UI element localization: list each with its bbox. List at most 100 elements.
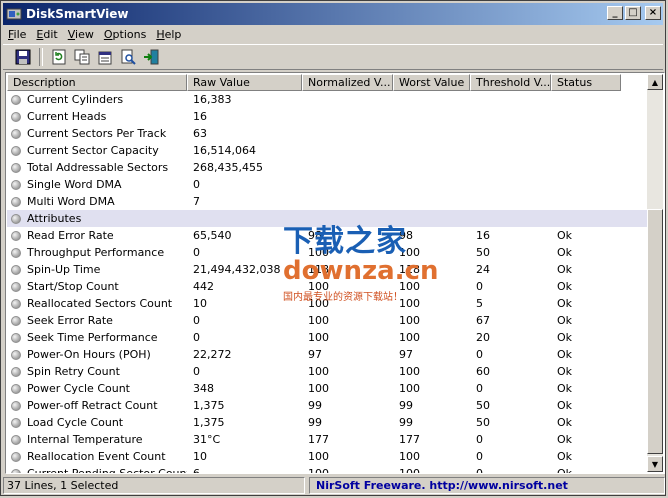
- table-row[interactable]: Seek Error Rate 0 100 100 67 Ok: [7, 312, 647, 329]
- row-worst-value: 99: [399, 399, 413, 412]
- properties-icon: [98, 51, 112, 65]
- table-row[interactable]: Current Sectors Per Track 63: [7, 125, 647, 142]
- save-button[interactable]: [13, 47, 33, 67]
- row-description-cell: Single Word DMA: [7, 178, 187, 191]
- table-row[interactable]: Multi Word DMA 7: [7, 193, 647, 210]
- row-status: Ok: [557, 314, 573, 327]
- row-worst-value: 100: [399, 365, 420, 378]
- table-row[interactable]: Throughput Performance 0 100 100 50 Ok: [7, 244, 647, 261]
- table-row[interactable]: Current Heads 16: [7, 108, 647, 125]
- column-header-normalized-value[interactable]: Normalized V...: [302, 74, 393, 91]
- column-header-status[interactable]: Status: [551, 74, 621, 91]
- column-header-threshold-value[interactable]: Threshold V...: [470, 74, 551, 91]
- row-worst-value: 100: [399, 297, 420, 310]
- row-description: Spin-Up Time: [27, 263, 101, 276]
- title-bar[interactable]: DiskSmartView _ □ ×: [3, 3, 663, 25]
- row-description: Attributes: [27, 212, 82, 225]
- properties-button[interactable]: [95, 47, 115, 67]
- exit-button[interactable]: [141, 47, 161, 67]
- row-raw-value: 0: [193, 246, 200, 259]
- row-normalized-value: 100: [308, 246, 329, 259]
- row-description-cell: Multi Word DMA: [7, 195, 187, 208]
- scroll-up-button[interactable]: ▲: [647, 74, 663, 90]
- table-row[interactable]: Read Error Rate 65,540 98 98 16 Ok: [7, 227, 647, 244]
- status-dot-icon: [11, 145, 21, 156]
- status-dot-icon: [11, 451, 21, 462]
- menu-help[interactable]: Help: [151, 28, 186, 41]
- copy-button[interactable]: [72, 47, 92, 67]
- row-description: Start/Stop Count: [27, 280, 119, 293]
- table-row[interactable]: Power Cycle Count 348 100 100 0 Ok: [7, 380, 647, 397]
- menu-file[interactable]: File: [3, 28, 31, 41]
- column-header-description[interactable]: Description: [7, 74, 187, 91]
- table-row[interactable]: Reallocation Event Count 10 100 100 0 Ok: [7, 448, 647, 465]
- toolbar: [3, 44, 663, 70]
- row-description: Current Sectors Per Track: [27, 127, 167, 140]
- table-row[interactable]: Total Addressable Sectors 268,435,455: [7, 159, 647, 176]
- find-button[interactable]: [118, 47, 138, 67]
- maximize-button[interactable]: □: [625, 6, 641, 20]
- table-row[interactable]: Spin Retry Count 0 100 100 60 Ok: [7, 363, 647, 380]
- row-description-cell: Current Pending Sector Count: [7, 467, 187, 473]
- row-normalized-value: 100: [308, 382, 329, 395]
- row-description: Multi Word DMA: [27, 195, 115, 208]
- attributes-list[interactable]: Description Raw Value Normalized V... Wo…: [5, 72, 665, 474]
- table-row[interactable]: Single Word DMA 0: [7, 176, 647, 193]
- table-row[interactable]: Current Cylinders 16,383: [7, 91, 647, 108]
- status-dot-icon: [11, 434, 21, 445]
- row-threshold-value: 16: [476, 229, 490, 242]
- table-row[interactable]: Power-On Hours (POH) 22,272 97 97 0 Ok: [7, 346, 647, 363]
- row-description-cell: Current Sector Capacity: [7, 144, 187, 157]
- row-description: Power Cycle Count: [27, 382, 130, 395]
- row-raw-value: 1,375: [193, 416, 225, 429]
- table-row[interactable]: Spin-Up Time 21,494,432,038 118 118 24 Ok: [7, 261, 647, 278]
- scroll-down-button[interactable]: ▼: [647, 456, 663, 472]
- row-raw-value: 7: [193, 195, 200, 208]
- table-row[interactable]: Attributes: [7, 210, 647, 227]
- table-row[interactable]: Load Cycle Count 1,375 99 99 50 Ok: [7, 414, 647, 431]
- row-raw-value: 16,383: [193, 93, 232, 106]
- table-row[interactable]: Current Pending Sector Count 6 100 100 0 Ok: [7, 465, 647, 474]
- table-row[interactable]: Start/Stop Count 442 100 100 0 Ok: [7, 278, 647, 295]
- row-status: Ok: [557, 467, 573, 474]
- vertical-scrollbar[interactable]: ▲ ▼: [647, 74, 663, 472]
- minimize-button[interactable]: _: [607, 6, 623, 20]
- row-description: Power-off Retract Count: [27, 399, 158, 412]
- find-icon: [121, 49, 136, 65]
- table-row[interactable]: Internal Temperature 31°C 177 177 0 Ok: [7, 431, 647, 448]
- row-description: Throughput Performance: [27, 246, 165, 259]
- row-description-cell: Reallocated Sectors Count: [7, 297, 187, 310]
- refresh-button[interactable]: [49, 47, 69, 67]
- menu-edit[interactable]: Edit: [31, 28, 62, 41]
- row-normalized-value: 100: [308, 365, 329, 378]
- menu-options[interactable]: Options: [99, 28, 151, 41]
- table-row[interactable]: Current Sector Capacity 16,514,064: [7, 142, 647, 159]
- row-status: Ok: [557, 229, 573, 242]
- row-normalized-value: 99: [308, 399, 322, 412]
- row-raw-value: 31°C: [193, 433, 221, 446]
- scroll-thumb[interactable]: [647, 209, 663, 454]
- table-row[interactable]: Power-off Retract Count 1,375 99 99 50 Ok: [7, 397, 647, 414]
- row-description-cell: Spin Retry Count: [7, 365, 187, 378]
- nirsoft-link[interactable]: NirSoft Freeware. http://www.nirsoft.net: [309, 477, 665, 494]
- status-dot-icon: [11, 179, 21, 190]
- row-threshold-value: 50: [476, 416, 490, 429]
- menu-view-accel: V: [67, 27, 76, 41]
- column-header-raw-value[interactable]: Raw Value: [187, 74, 302, 91]
- close-button[interactable]: ×: [645, 6, 661, 20]
- row-normalized-value: 100: [308, 280, 329, 293]
- menu-view[interactable]: View: [63, 28, 99, 41]
- row-description-cell: Attributes: [7, 212, 187, 225]
- row-description: Total Addressable Sectors: [27, 161, 169, 174]
- exit-icon: [144, 49, 159, 65]
- row-worst-value: 100: [399, 280, 420, 293]
- table-row[interactable]: Seek Time Performance 0 100 100 20 Ok: [7, 329, 647, 346]
- row-normalized-value: 97: [308, 348, 322, 361]
- list-rows: Current Cylinders 16,383 Current Heads 16 Cu…: [7, 91, 647, 474]
- column-header-worst-value[interactable]: Worst Value: [393, 74, 470, 91]
- status-dot-icon: [11, 128, 21, 139]
- save-icon: [15, 49, 31, 65]
- row-worst-value: 100: [399, 467, 420, 474]
- row-status: Ok: [557, 416, 573, 429]
- table-row[interactable]: Reallocated Sectors Count 10 100 100 5 Ok: [7, 295, 647, 312]
